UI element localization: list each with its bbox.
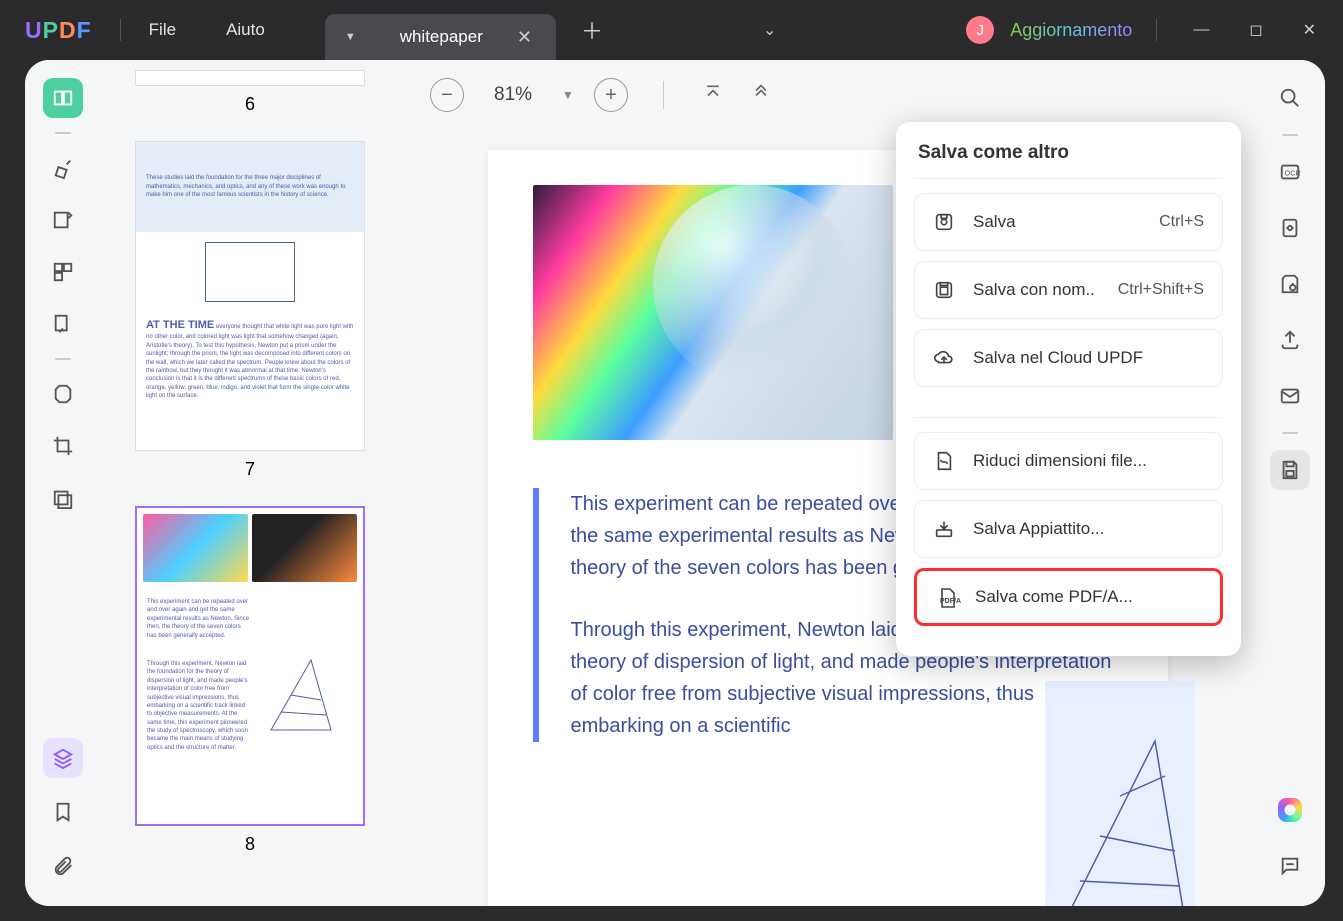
organize-tool[interactable] xyxy=(43,252,83,292)
comment-tool[interactable] xyxy=(43,148,83,188)
zoom-value: 81% xyxy=(494,84,532,106)
divider xyxy=(120,19,121,41)
save-as-button[interactable] xyxy=(1270,450,1310,490)
new-tab-button[interactable]: ＋ xyxy=(581,14,603,46)
thumbnail-number: 8 xyxy=(135,834,365,855)
reduce-icon xyxy=(933,450,955,472)
cloud-icon xyxy=(933,347,955,369)
save-label: Salva xyxy=(973,212,1141,232)
menu-file[interactable]: File xyxy=(149,20,176,40)
divider xyxy=(1156,19,1157,41)
separator xyxy=(55,358,71,360)
separator xyxy=(914,417,1223,418)
save-item[interactable]: Salva Ctrl+S xyxy=(914,193,1223,251)
title-bar: UPDF File Aiuto ▼ whitepaper ✕ ＋ ⌄ J Agg… xyxy=(0,0,1343,60)
right-toolbar: OCR xyxy=(1255,60,1325,906)
ai-assistant-button[interactable] xyxy=(1270,790,1310,830)
page-up-icon[interactable] xyxy=(747,79,775,112)
tab-dropdown-icon[interactable]: ▼ xyxy=(345,31,356,43)
crop-tool[interactable] xyxy=(43,426,83,466)
svg-text:OCR: OCR xyxy=(1285,169,1301,178)
document-tab[interactable]: ▼ whitepaper ✕ xyxy=(325,14,556,60)
save-as-icon xyxy=(933,279,955,301)
convert-button[interactable] xyxy=(1270,208,1310,248)
chat-button[interactable] xyxy=(1270,846,1310,886)
separator xyxy=(1282,432,1298,434)
reduce-size-item[interactable]: Riduci dimensioni file... xyxy=(914,432,1223,490)
window-maximize-button[interactable]: ◻ xyxy=(1237,12,1274,48)
tab-close-icon[interactable]: ✕ xyxy=(513,27,536,48)
ai-icon xyxy=(1278,798,1302,822)
zoom-out-button[interactable]: − xyxy=(430,78,464,112)
reader-tool[interactable] xyxy=(43,78,83,118)
save-icon xyxy=(933,211,955,233)
tab-title: whitepaper xyxy=(400,27,483,47)
save-as-panel: Salva come altro Salva Ctrl+S Salva con … xyxy=(896,122,1241,656)
layers-tool[interactable] xyxy=(43,738,83,778)
page-tool[interactable] xyxy=(43,374,83,414)
tab-bar: ▼ whitepaper ✕ ＋ ⌄ xyxy=(325,0,966,60)
edit-tool[interactable] xyxy=(43,200,83,240)
save-as-shortcut: Ctrl+Shift+S xyxy=(1118,281,1204,299)
zoom-dropdown-icon[interactable]: ▼ xyxy=(562,88,574,102)
window-close-button[interactable]: ✕ xyxy=(1291,12,1328,48)
save-shortcut: Ctrl+S xyxy=(1159,213,1204,231)
separator xyxy=(663,81,664,109)
bookmark-tool[interactable] xyxy=(43,792,83,832)
window-minimize-button[interactable]: — xyxy=(1181,13,1221,47)
go-to-top-icon[interactable] xyxy=(699,79,727,112)
attachment-tool[interactable] xyxy=(43,846,83,886)
app-logo: UPDF xyxy=(25,17,92,44)
ocr-button[interactable]: OCR xyxy=(1270,152,1310,192)
save-as-item[interactable]: Salva con nom.. Ctrl+Shift+S xyxy=(914,261,1223,319)
zoom-in-button[interactable]: + xyxy=(594,78,628,112)
separator xyxy=(1282,134,1298,136)
separator xyxy=(55,132,71,134)
thumbnail-page-7[interactable]: These studies laid the foundation for th… xyxy=(135,141,365,451)
save-as-label: Salva con nom.. xyxy=(973,280,1100,300)
share-button[interactable] xyxy=(1270,320,1310,360)
protect-button[interactable] xyxy=(1270,264,1310,304)
document-toolbar: − 81% ▼ + xyxy=(400,60,1255,130)
save-pdfa-label: Salva come PDF/A... xyxy=(975,587,1202,607)
flatten-icon xyxy=(933,518,955,540)
document-decoration xyxy=(1045,681,1195,906)
fill-sign-tool[interactable] xyxy=(43,304,83,344)
thumbnail-number: 6 xyxy=(135,94,365,115)
redact-tool[interactable] xyxy=(43,478,83,518)
save-panel-title: Salva come altro xyxy=(914,142,1223,164)
separator xyxy=(914,178,1223,179)
email-button[interactable] xyxy=(1270,376,1310,416)
flatten-label: Salva Appiattito... xyxy=(973,519,1204,539)
flatten-item[interactable]: Salva Appiattito... xyxy=(914,500,1223,558)
thumbnail-number: 7 xyxy=(135,459,365,480)
document-image-prism xyxy=(533,185,893,440)
svg-text:PDF/A: PDF/A xyxy=(940,598,961,605)
save-pdfa-item[interactable]: PDF/A Salva come PDF/A... xyxy=(914,568,1223,626)
user-avatar[interactable]: J xyxy=(966,16,994,44)
tab-list-chevron-icon[interactable]: ⌄ xyxy=(763,20,776,40)
menu-help[interactable]: Aiuto xyxy=(226,20,265,40)
thumbnail-panel: 6 These studies laid the foundation for … xyxy=(100,60,400,906)
pdfa-icon: PDF/A xyxy=(935,586,957,608)
save-cloud-label: Salva nel Cloud UPDF xyxy=(973,348,1204,368)
left-toolbar xyxy=(25,60,100,906)
save-cloud-item[interactable]: Salva nel Cloud UPDF xyxy=(914,329,1223,387)
reduce-label: Riduci dimensioni file... xyxy=(973,451,1204,471)
search-button[interactable] xyxy=(1270,78,1310,118)
update-label[interactable]: Aggiornamento xyxy=(1010,20,1132,41)
thumbnail-page-8[interactable]: This experiment can be repeated over and… xyxy=(135,506,365,826)
thumbnail-page-6[interactable] xyxy=(135,70,365,86)
